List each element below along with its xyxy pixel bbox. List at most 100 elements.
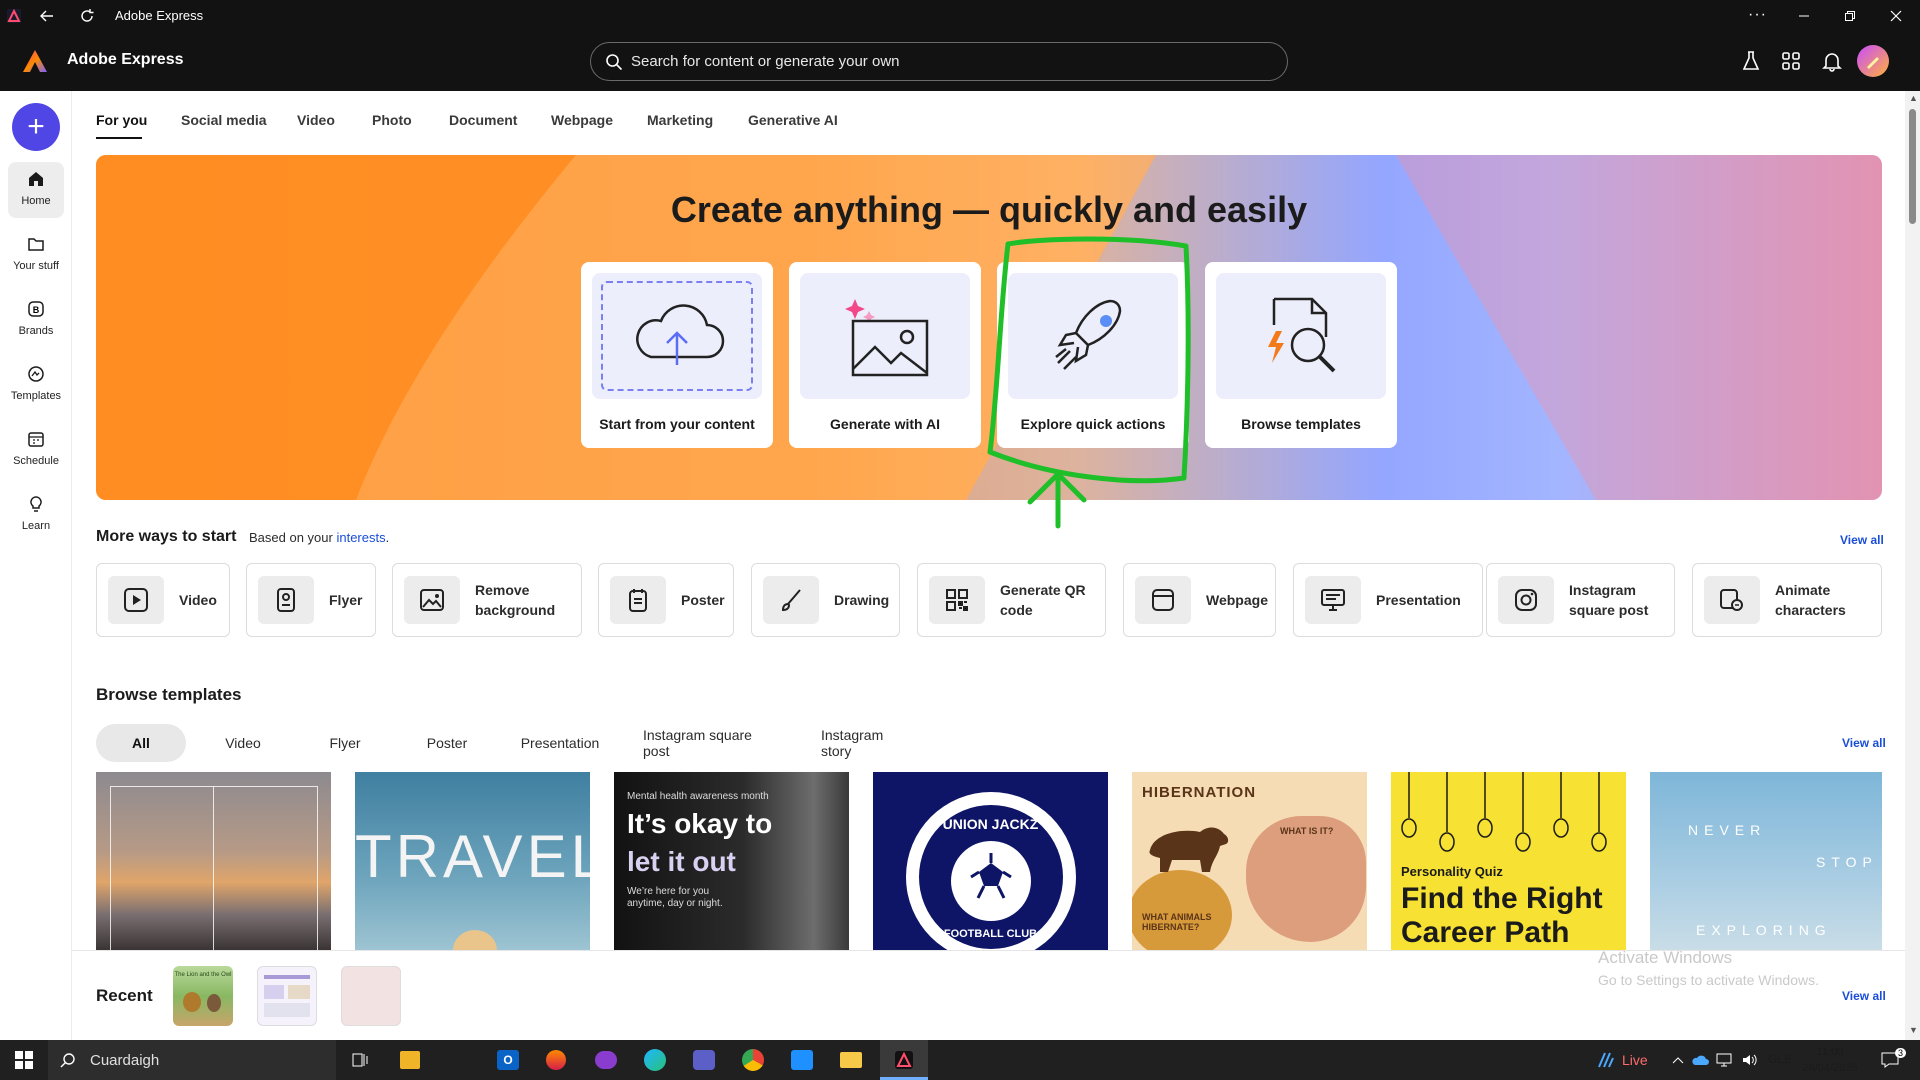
close-icon[interactable] (1878, 0, 1914, 31)
tab-social-media[interactable]: Social media (181, 112, 267, 128)
user-avatar[interactable] (1857, 45, 1889, 77)
more-ways-view-all-link[interactable]: View all (1840, 533, 1884, 547)
tab-document[interactable]: Document (449, 112, 517, 128)
restore-icon[interactable] (1832, 0, 1868, 31)
tab-photo[interactable]: Photo (372, 112, 412, 128)
filter-chip-instagram-square-post[interactable]: Instagram square post (643, 724, 779, 762)
quick-start-instagram-square-post[interactable]: Instagram square post (1486, 563, 1675, 637)
minimize-icon[interactable] (1786, 0, 1822, 31)
template-thumbnail-hibernation[interactable]: HIBERNATION WHAT IS IT? WHAT ANIMALS HIB… (1132, 772, 1367, 950)
scroll-up-arrow-icon[interactable]: ▲ (1909, 93, 1918, 103)
recent-title: Recent (96, 986, 153, 1005)
filter-chip-instagram-story[interactable]: Instagram story (821, 724, 917, 762)
quick-start-drawing[interactable]: Drawing (751, 563, 900, 637)
generate-with-ai-card[interactable]: Generate with AI (789, 262, 981, 448)
tab-generative-ai[interactable]: Generative AI (748, 112, 838, 128)
instagram-icon (1498, 576, 1554, 624)
browse-view-all-link[interactable]: View all (1842, 736, 1886, 750)
template-line1: Find the Right (1401, 882, 1603, 915)
show-hidden-icons-chevron-icon[interactable] (1666, 1040, 1690, 1080)
create-new-button[interactable]: + (12, 103, 60, 151)
interests-link[interactable]: interests (336, 530, 385, 545)
more-options-icon[interactable]: ··· (1748, 6, 1767, 24)
quick-start-flyer[interactable]: Flyer (246, 563, 376, 637)
template-thumbnail-travel[interactable]: TRAVEL (355, 772, 590, 950)
quick-start-presentation[interactable]: Presentation (1293, 563, 1483, 637)
browse-templates-card[interactable]: Browse templates (1205, 262, 1397, 448)
sidebar-item-label: Templates (10, 390, 62, 402)
weather-live-icon[interactable] (1585, 1040, 1625, 1080)
filter-chip-flyer[interactable]: Flyer (320, 724, 370, 762)
taskbar-teams-icon[interactable] (684, 1040, 724, 1080)
refresh-icon[interactable] (72, 0, 102, 31)
recent-thumbnail-lion-owl[interactable]: The Lion and the Owl (173, 966, 233, 1026)
sidebar-item-home[interactable]: Home (0, 169, 72, 207)
ai-image-icon (845, 299, 929, 377)
sidebar-item-brands[interactable]: B Brands (0, 299, 72, 337)
tab-video[interactable]: Video (297, 112, 335, 128)
quick-start-generate-qr-code[interactable]: Generate QR code (917, 563, 1106, 637)
quick-start-remove-background[interactable]: Remove background (392, 563, 582, 637)
taskbar-app-orange-icon[interactable] (536, 1040, 576, 1080)
template-thumbnail-personality-quiz[interactable]: Personality Quiz Find the Right Career P… (1391, 772, 1626, 950)
taskbar-edge-icon[interactable] (635, 1040, 675, 1080)
scroll-down-arrow-icon[interactable]: ▼ (1909, 1025, 1918, 1035)
filter-chip-poster[interactable]: Poster (418, 724, 476, 762)
sidebar-item-your-stuff[interactable]: Your stuff (0, 234, 72, 272)
filter-chip-video[interactable]: Video (215, 724, 271, 762)
sidebar-item-schedule[interactable]: Schedule (0, 429, 72, 467)
back-arrow-icon[interactable] (32, 0, 62, 31)
recent-thumbnail-worksheet[interactable] (257, 966, 317, 1026)
input-language[interactable]: GLE (1768, 1052, 1792, 1066)
quick-start-poster[interactable]: Poster (598, 563, 734, 637)
taskbar-app-media-icon[interactable] (390, 1040, 430, 1080)
card-illustration (1216, 273, 1386, 399)
windows-start-icon[interactable] (4, 1040, 44, 1080)
notifications-bell-icon[interactable] (1821, 50, 1843, 77)
filter-chip-presentation[interactable]: Presentation (518, 724, 602, 762)
tab-webpage[interactable]: Webpage (551, 112, 613, 128)
template-circle (1132, 870, 1232, 950)
notification-center-icon[interactable]: 3 (1870, 1040, 1910, 1080)
start-from-content-card[interactable]: Start from your content (581, 262, 773, 448)
taskbar-search-text: Cuardaigh (90, 1051, 160, 1069)
cloud-upload-icon (636, 304, 725, 365)
recent-thumbnail-blank[interactable] (341, 966, 401, 1026)
search-bar[interactable]: Search for content or generate your own (590, 42, 1288, 81)
template-thumbnail-football-club[interactable]: UNION JACKZ FOOTBALL CLUB (873, 772, 1108, 950)
taskbar-chrome-icon[interactable] (733, 1040, 773, 1080)
filter-chip-all[interactable]: All (96, 724, 186, 762)
quick-start-webpage[interactable]: Webpage (1123, 563, 1276, 637)
labs-flask-icon[interactable] (1740, 50, 1762, 77)
apps-grid-icon[interactable] (1780, 50, 1802, 77)
taskbar-search-box[interactable]: Cuardaigh (48, 1040, 336, 1080)
network-icon[interactable] (1712, 1040, 1736, 1080)
thumb-line (264, 975, 310, 979)
live-label[interactable]: Live (1622, 1052, 1648, 1068)
sidebar-item-templates[interactable]: Templates (0, 364, 72, 402)
tab-for-you[interactable]: For you (96, 112, 147, 128)
taskbar-clock[interactable]: 11:00 28/04/2025 (1800, 1044, 1860, 1076)
template-thumbnail-its-okay[interactable]: Mental health awareness month It’s okay … (614, 772, 849, 950)
sidebar-item-learn[interactable]: Learn (0, 494, 72, 532)
taskbar-adobe-express-icon[interactable] (880, 1040, 928, 1080)
way-label: Instagram (1569, 582, 1636, 598)
recent-view-all-link[interactable]: View all (1842, 989, 1886, 1003)
vertical-scrollbar[interactable]: ▲ ▼ (1905, 91, 1920, 1040)
template-thumbnail-sunset[interactable] (96, 772, 331, 950)
quick-start-video[interactable]: Video (96, 563, 230, 637)
taskbar-outlook-new-icon[interactable] (782, 1040, 822, 1080)
quick-start-animate-characters[interactable]: Animate characters (1692, 563, 1882, 637)
scrollbar-thumb[interactable] (1909, 109, 1916, 224)
hero-title: Create anything — quickly and easily (670, 189, 1308, 230)
tab-marketing[interactable]: Marketing (647, 112, 713, 128)
volume-icon[interactable] (1737, 1040, 1761, 1080)
taskbar-file-explorer-icon[interactable] (831, 1040, 871, 1080)
taskbar-app-purple-icon[interactable] (586, 1040, 626, 1080)
adobe-express-logo[interactable] (22, 49, 48, 78)
task-view-icon[interactable] (340, 1040, 380, 1080)
taskbar-outlook-icon[interactable]: O (488, 1040, 528, 1080)
template-thumbnail-never-stop-exploring[interactable]: NEVER STOP EXPLORING (1650, 772, 1882, 950)
onedrive-cloud-icon[interactable] (1688, 1040, 1712, 1080)
template-line2: Career Path (1401, 916, 1570, 949)
